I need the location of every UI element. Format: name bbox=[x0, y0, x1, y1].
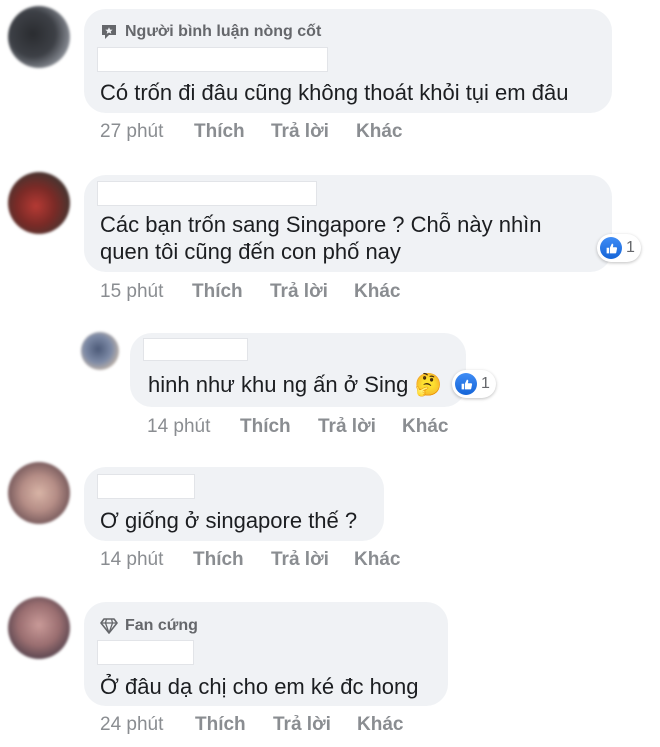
author-name[interactable] bbox=[97, 47, 328, 72]
avatar[interactable] bbox=[81, 332, 119, 370]
comment-actions: 14 phút Thích Trả lời Khác bbox=[100, 549, 460, 573]
more-button[interactable]: Khác bbox=[356, 121, 402, 143]
reaction-count: 1 bbox=[481, 375, 490, 392]
fan-badge: Fan cứng bbox=[100, 617, 198, 635]
like-button[interactable]: Thích bbox=[194, 121, 245, 143]
reaction-count: 1 bbox=[626, 239, 635, 256]
diamond-icon bbox=[100, 618, 118, 634]
comment-text: Các bạn trốn sang Singapore ? Chỗ này nh… bbox=[100, 212, 542, 237]
avatar[interactable] bbox=[8, 597, 70, 659]
comment-time[interactable]: 15 phút bbox=[100, 281, 163, 303]
comment-actions: 15 phút Thích Trả lời Khác bbox=[100, 281, 500, 305]
comment-time[interactable]: 24 phút bbox=[100, 714, 163, 736]
thumbs-up-icon bbox=[455, 373, 477, 395]
thumbs-up-icon bbox=[600, 237, 622, 259]
badge-label: Fan cứng bbox=[125, 617, 198, 634]
author-name[interactable] bbox=[97, 474, 195, 499]
author-name[interactable] bbox=[97, 640, 194, 665]
more-button[interactable]: Khác bbox=[354, 549, 400, 571]
top-commenter-badge-icon bbox=[102, 25, 116, 39]
badge-label: Người bình luận nòng cốt bbox=[125, 23, 322, 40]
reaction-summary[interactable]: 1 bbox=[597, 234, 641, 262]
more-button[interactable]: Khác bbox=[402, 416, 448, 438]
author-name[interactable] bbox=[97, 181, 317, 206]
reply-button[interactable]: Trả lời bbox=[271, 121, 329, 143]
comment-actions: 14 phút Thích Trả lời Khác bbox=[147, 416, 507, 440]
like-button[interactable]: Thích bbox=[195, 714, 246, 736]
more-button[interactable]: Khác bbox=[357, 714, 403, 736]
author-name[interactable] bbox=[143, 338, 248, 361]
like-button[interactable]: Thích bbox=[240, 416, 291, 438]
reply-button[interactable]: Trả lời bbox=[273, 714, 331, 736]
avatar[interactable] bbox=[8, 462, 70, 524]
reply-button[interactable]: Trả lời bbox=[318, 416, 376, 438]
comment-time[interactable]: 14 phút bbox=[147, 416, 210, 438]
comment-time[interactable]: 27 phút bbox=[100, 121, 163, 143]
comment-text: Có trốn đi đâu cũng không thoát khỏi tụi… bbox=[100, 80, 569, 105]
comment-text: hinh như khu ng ấn ở Sing 🤔 bbox=[148, 372, 442, 397]
like-button[interactable]: Thích bbox=[192, 281, 243, 303]
comment-text: Ơ giống ở singapore thế ? bbox=[100, 508, 358, 533]
comment-actions: 24 phút Thích Trả lời Khác bbox=[100, 714, 460, 738]
avatar[interactable] bbox=[8, 172, 70, 234]
more-button[interactable]: Khác bbox=[354, 281, 400, 303]
like-button[interactable]: Thích bbox=[193, 549, 244, 571]
reply-button[interactable]: Trả lời bbox=[270, 281, 328, 303]
top-commenter-badge: Người bình luận nòng cốt bbox=[100, 23, 321, 41]
reaction-summary[interactable]: 1 bbox=[452, 370, 496, 398]
comment-actions: 27 phút Thích Trả lời Khác bbox=[100, 121, 500, 145]
avatar[interactable] bbox=[8, 6, 70, 68]
comment-text: Ở đâu dạ chị cho em ké đc hong bbox=[100, 674, 419, 699]
comment-time[interactable]: 14 phút bbox=[100, 549, 163, 571]
reply-button[interactable]: Trả lời bbox=[271, 549, 329, 571]
comment-text: quen tôi cũng đến con phố nay bbox=[100, 239, 401, 264]
